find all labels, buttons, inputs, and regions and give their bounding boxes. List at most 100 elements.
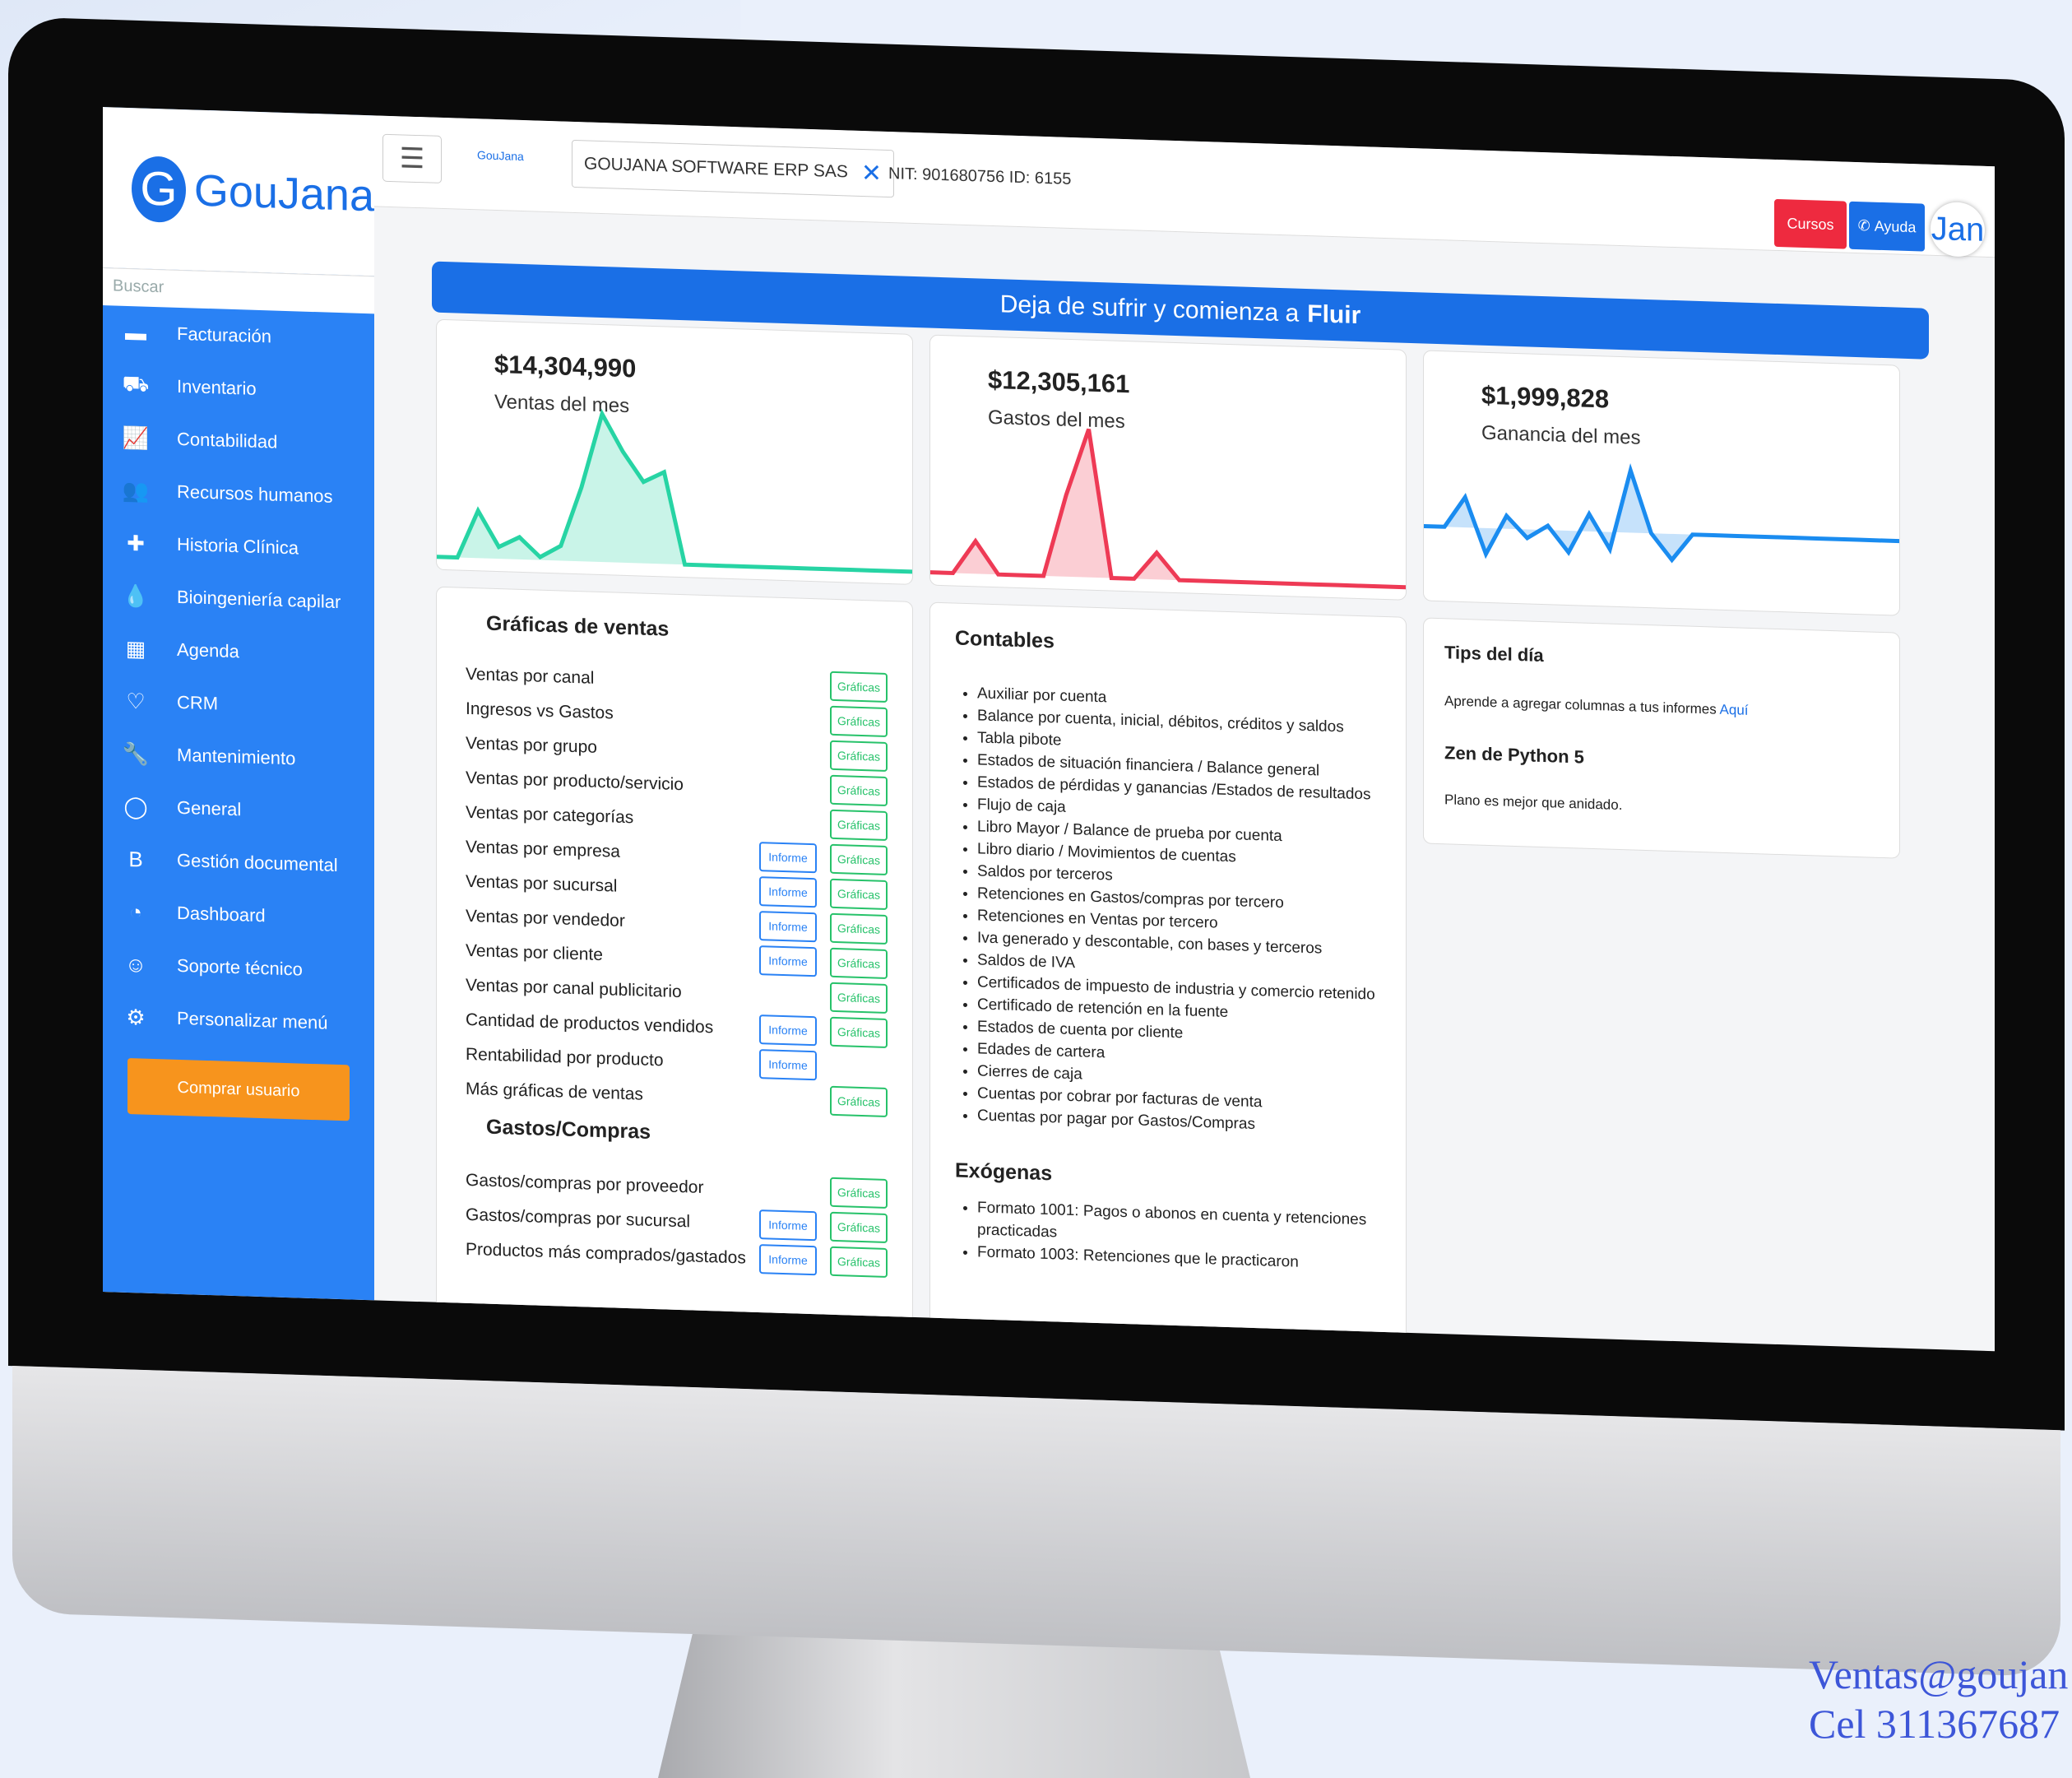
informe-button[interactable]: Informe bbox=[759, 842, 817, 874]
sidebar-nav: ▬ Facturación ⛟ Inventario 📈 Contabilidad 👥 Rec… bbox=[103, 305, 374, 1051]
footer-email[interactable]: Ventas@goujan bbox=[1809, 1650, 2072, 1699]
sidebar-item-personalizar-men-[interactable]: ⚙ Personalizar menú bbox=[103, 990, 374, 1051]
graficas-button[interactable]: Gráficas bbox=[830, 1016, 888, 1048]
user-avatar[interactable]: Jan bbox=[1931, 201, 1985, 258]
credit-card-icon: ▬ bbox=[125, 319, 146, 346]
sidebar: G GouJana Buscar ▬ Facturación ⛟ Inventario… bbox=[103, 107, 374, 1301]
sidebar-item-historia-cl-nica[interactable]: ✚ Historia Clínica bbox=[103, 516, 374, 577]
sidebar-item-soporte-t-cnico[interactable]: ☺ Soporte técnico bbox=[103, 937, 374, 998]
whatsapp-icon: ✆ bbox=[1857, 216, 1875, 234]
company-selector[interactable]: GOUJANA SOFTWARE ERP SAS ✕ bbox=[572, 139, 895, 198]
kpi-amount: $12,305,161 bbox=[988, 364, 1130, 399]
report-label[interactable]: Gastos/compras por sucursal bbox=[466, 1205, 759, 1234]
report-label[interactable]: Ventas por producto/servicio bbox=[466, 768, 759, 797]
sparkline-area bbox=[437, 414, 912, 572]
sidebar-item-label: Gestión documental bbox=[177, 849, 338, 875]
company-name: GOUJANA SOFTWARE ERP SAS bbox=[584, 154, 848, 182]
sidebar-item-label: Facturación bbox=[177, 323, 271, 347]
sidebar-item-bioingenier-a-capilar[interactable]: 💧 Bioingeniería capilar bbox=[103, 569, 374, 629]
informe-button[interactable]: Informe bbox=[759, 876, 817, 908]
graficas-button[interactable]: Gráficas bbox=[830, 1211, 888, 1243]
tip-link[interactable]: Aquí bbox=[1720, 702, 1749, 718]
graficas-button[interactable]: Gráficas bbox=[830, 705, 888, 737]
sidebar-item-facturaci-n[interactable]: ▬ Facturación bbox=[103, 305, 374, 366]
support-agent-icon: ☺ bbox=[124, 951, 147, 977]
sidebar-item-label: Bioingeniería capilar bbox=[177, 586, 341, 613]
close-icon[interactable]: ✕ bbox=[861, 158, 882, 188]
sidebar-item-label: Soporte técnico bbox=[177, 954, 303, 980]
gastos-title: Gastos/Compras bbox=[486, 1115, 651, 1144]
graficas-button[interactable]: Gráficas bbox=[830, 947, 888, 979]
heart-icon: ♡ bbox=[126, 688, 146, 714]
gauge-icon: ◔ bbox=[129, 898, 142, 925]
report-label[interactable]: Más gráficas de ventas bbox=[466, 1079, 759, 1108]
sidebar-item-agenda[interactable]: ▦ Agenda bbox=[103, 621, 374, 682]
contables-title: Contables bbox=[955, 626, 1055, 653]
kpi-card-ganancia: $1,999,828 Ganancia del mes bbox=[1423, 350, 1900, 616]
contables-card: Contables Auxiliar por cuentaBalance por… bbox=[929, 601, 1407, 1352]
ventas-card: Gráficas de ventas Ventas por canal Gráfi… bbox=[436, 586, 913, 1342]
sparkline-gastos bbox=[930, 428, 1406, 590]
graficas-button[interactable]: Gráficas bbox=[830, 1246, 888, 1278]
report-label[interactable]: Gastos/compras por proveedor bbox=[466, 1171, 759, 1200]
hamburger-menu-icon[interactable]: ☰ bbox=[382, 133, 442, 183]
graficas-button[interactable]: Gráficas bbox=[830, 1177, 888, 1209]
buy-user-button[interactable]: Comprar usuario bbox=[127, 1057, 350, 1121]
report-label[interactable]: Ventas por canal bbox=[466, 665, 759, 694]
sidebar-item-mantenimiento[interactable]: 🔧 Mantenimiento bbox=[103, 727, 374, 787]
report-label[interactable]: Ventas por empresa bbox=[466, 838, 759, 866]
graficas-button[interactable]: Gráficas bbox=[830, 912, 888, 945]
help-button[interactable]: ✆ Ayuda bbox=[1849, 201, 1925, 252]
cursos-button[interactable]: Cursos bbox=[1774, 198, 1847, 249]
sidebar-item-label: Inventario bbox=[177, 375, 257, 399]
chart-line-icon: 📈 bbox=[122, 425, 150, 451]
graficas-button[interactable]: Gráficas bbox=[830, 982, 888, 1014]
brand-logo[interactable]: G GouJana bbox=[103, 107, 374, 276]
report-label[interactable]: Ventas por vendedor bbox=[466, 907, 759, 935]
informe-button[interactable]: Informe bbox=[759, 911, 817, 943]
graficas-button[interactable]: Gráficas bbox=[830, 1085, 888, 1117]
sidebar-item-gesti-n-documental[interactable]: B Gestión documental bbox=[103, 832, 374, 893]
footer-contact: Ventas@goujan Cel 311367687 bbox=[1809, 1650, 2072, 1748]
sidebar-item-label: General bbox=[177, 796, 242, 820]
report-label[interactable]: Ventas por grupo bbox=[466, 734, 759, 763]
sidebar-item-contabilidad[interactable]: 📈 Contabilidad bbox=[103, 411, 374, 471]
kpi-amount: $1,999,828 bbox=[1481, 380, 1610, 414]
tip-text: Aprende a agregar columnas a tus informe… bbox=[1444, 693, 1749, 719]
sidebar-item-recursos-humanos[interactable]: 👥 Recursos humanos bbox=[103, 463, 374, 524]
sidebar-item-inventario[interactable]: ⛟ Inventario bbox=[103, 358, 374, 419]
circle-notch-icon: ◯ bbox=[123, 793, 148, 819]
informe-button[interactable]: Informe bbox=[759, 1049, 817, 1081]
informe-button[interactable]: Informe bbox=[759, 1014, 817, 1047]
sidebar-item-label: Dashboard bbox=[177, 902, 266, 926]
report-label[interactable]: Cantidad de productos vendidos bbox=[466, 1010, 759, 1039]
report-label[interactable]: Ventas por sucursal bbox=[466, 872, 759, 901]
graficas-button[interactable]: Gráficas bbox=[830, 774, 888, 806]
truck-icon: ⛟ bbox=[122, 370, 150, 397]
sidebar-item-general[interactable]: ◯ General bbox=[103, 779, 374, 840]
graficas-button[interactable]: Gráficas bbox=[830, 878, 888, 910]
report-label[interactable]: Ventas por canal publicitario bbox=[466, 976, 759, 1005]
droplet-icon: 💧 bbox=[122, 583, 150, 609]
sidebar-item-dashboard[interactable]: ◔ Dashboard bbox=[103, 884, 374, 945]
sidebar-item-crm[interactable]: ♡ CRM bbox=[103, 674, 374, 735]
report-label[interactable]: Ingresos vs Gastos bbox=[466, 699, 759, 728]
graficas-button[interactable]: Gráficas bbox=[830, 740, 888, 772]
banner-text: Deja de sufrir y comienza a bbox=[999, 290, 1300, 327]
report-label[interactable]: Productos más comprados/gastados bbox=[466, 1240, 759, 1269]
sidebar-item-label: Personalizar menú bbox=[177, 1007, 328, 1033]
sparkline-area bbox=[930, 429, 1406, 587]
informe-button[interactable]: Informe bbox=[759, 1209, 817, 1242]
graficas-button[interactable]: Gráficas bbox=[830, 671, 888, 703]
sidebar-item-label: Agenda bbox=[177, 638, 239, 662]
informe-button[interactable]: Informe bbox=[759, 1244, 817, 1276]
graficas-button[interactable]: Gráficas bbox=[830, 843, 888, 875]
informe-button[interactable]: Informe bbox=[759, 945, 817, 977]
help-label: Ayuda bbox=[1874, 217, 1917, 235]
report-label[interactable]: Ventas por categorías bbox=[466, 803, 759, 832]
users-icon: 👥 bbox=[122, 477, 150, 504]
report-label[interactable]: Ventas por cliente bbox=[466, 941, 759, 970]
zen-title: Zen de Python 5 bbox=[1444, 742, 1584, 768]
report-label[interactable]: Rentabilidad por producto bbox=[466, 1045, 759, 1074]
graficas-button[interactable]: Gráficas bbox=[830, 809, 888, 841]
